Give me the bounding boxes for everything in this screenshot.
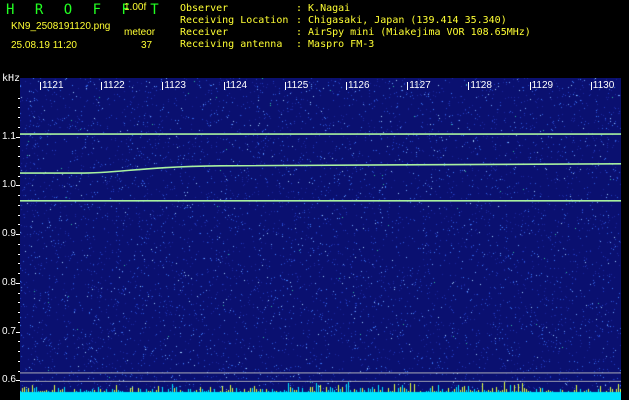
- y-tick-mark: [16, 185, 20, 187]
- y-tick-mark: [18, 341, 20, 343]
- x-tick-mark: [284, 82, 286, 90]
- x-tick-mark: [162, 82, 164, 90]
- signal-trace-2: [20, 163, 621, 174]
- y-tick-mark: [18, 370, 20, 372]
- y-tick-mark: [18, 302, 20, 304]
- x-tick-mark: [223, 82, 225, 90]
- antenna-label: Receiving antenna: [180, 39, 283, 50]
- x-tick-label: 1122: [103, 80, 125, 91]
- datetime-label: 25.08.19 11:20: [11, 40, 77, 51]
- y-tick-mark: [18, 175, 20, 177]
- y-tick-mark: [18, 253, 20, 255]
- observer-label: Observer: [180, 3, 229, 14]
- y-tick-mark: [16, 282, 20, 284]
- x-tick-label: 1129: [531, 80, 554, 91]
- y-tick-mark: [18, 360, 20, 362]
- y-tick-label: 1.1: [2, 130, 16, 142]
- antenna-value: : Maspro FM-3: [296, 39, 375, 50]
- meteor-count-value: 37: [141, 40, 153, 51]
- y-tick-mark: [18, 107, 20, 109]
- y-tick-mark: [18, 243, 20, 245]
- y-tick-label: 0.9: [2, 228, 16, 239]
- spectrogram-plot: [20, 78, 621, 400]
- x-tick-label: 1127: [409, 80, 431, 91]
- version-label: 1.00f: [124, 2, 147, 13]
- y-axis-unit-label: kHz: [2, 73, 21, 84]
- y-tick-label: 1.0: [2, 179, 16, 191]
- spectrogram-signals: [20, 133, 621, 382]
- y-tick-mark: [18, 204, 20, 206]
- location-label: Receiving Location: [180, 15, 289, 26]
- x-tick-label: 1123: [164, 80, 186, 91]
- observer-value: : K.Nagai: [296, 3, 351, 14]
- x-tick-mark: [346, 82, 347, 90]
- meteor-count-label: meteor: [124, 27, 156, 38]
- y-tick-mark: [18, 97, 20, 99]
- x-tick-label: 1125: [286, 80, 309, 91]
- x-tick-mark: [590, 82, 592, 90]
- x-tick-mark: [468, 82, 470, 90]
- y-tick-mark: [18, 214, 20, 216]
- y-tick-mark: [18, 156, 20, 157]
- y-tick-mark: [18, 321, 20, 323]
- y-tick-label: 0.6: [2, 374, 16, 386]
- y-tick-mark: [18, 195, 20, 196]
- y-tick-mark: [18, 146, 20, 148]
- y-tick-mark: [18, 312, 20, 313]
- location-value: : Chigasaki, Japan (139.414 35.340): [296, 15, 507, 26]
- x-tick-mark: [529, 82, 531, 90]
- x-tick-label: 1124: [225, 80, 248, 91]
- y-tick-label: 0.7: [2, 325, 16, 337]
- receiver-value: : AirSpy mini (Miakejima VOR 108.65MHz): [296, 27, 531, 38]
- filename-label: KN9_2508191120.png: [11, 21, 111, 32]
- x-tick-mark: [101, 82, 103, 90]
- x-tick-label: 1126: [348, 80, 370, 91]
- hrofft-window: H R O F F T 1.00f KN9_2508191120.png 25.…: [0, 0, 629, 400]
- y-tick-label: 0.8: [2, 276, 16, 288]
- y-tick-mark: [18, 224, 20, 226]
- y-tick-mark: [16, 331, 20, 333]
- x-tick-label: 1121: [42, 80, 64, 91]
- x-tick-mark: [40, 82, 41, 90]
- y-tick-mark: [18, 263, 20, 265]
- y-tick-mark: [18, 165, 20, 167]
- y-tick-mark: [18, 351, 20, 352]
- y-tick-mark: [16, 136, 20, 138]
- x-tick-label: 1128: [470, 80, 492, 91]
- y-tick-mark: [16, 234, 20, 235]
- y-tick-mark: [18, 292, 20, 294]
- receiver-label: Receiver: [180, 27, 229, 38]
- y-tick-mark: [16, 380, 20, 382]
- y-tick-mark: [18, 117, 20, 118]
- y-tick-mark: [18, 273, 20, 274]
- x-tick-label: 1130: [592, 80, 615, 91]
- x-tick-mark: [407, 82, 409, 90]
- y-tick-mark: [18, 126, 20, 128]
